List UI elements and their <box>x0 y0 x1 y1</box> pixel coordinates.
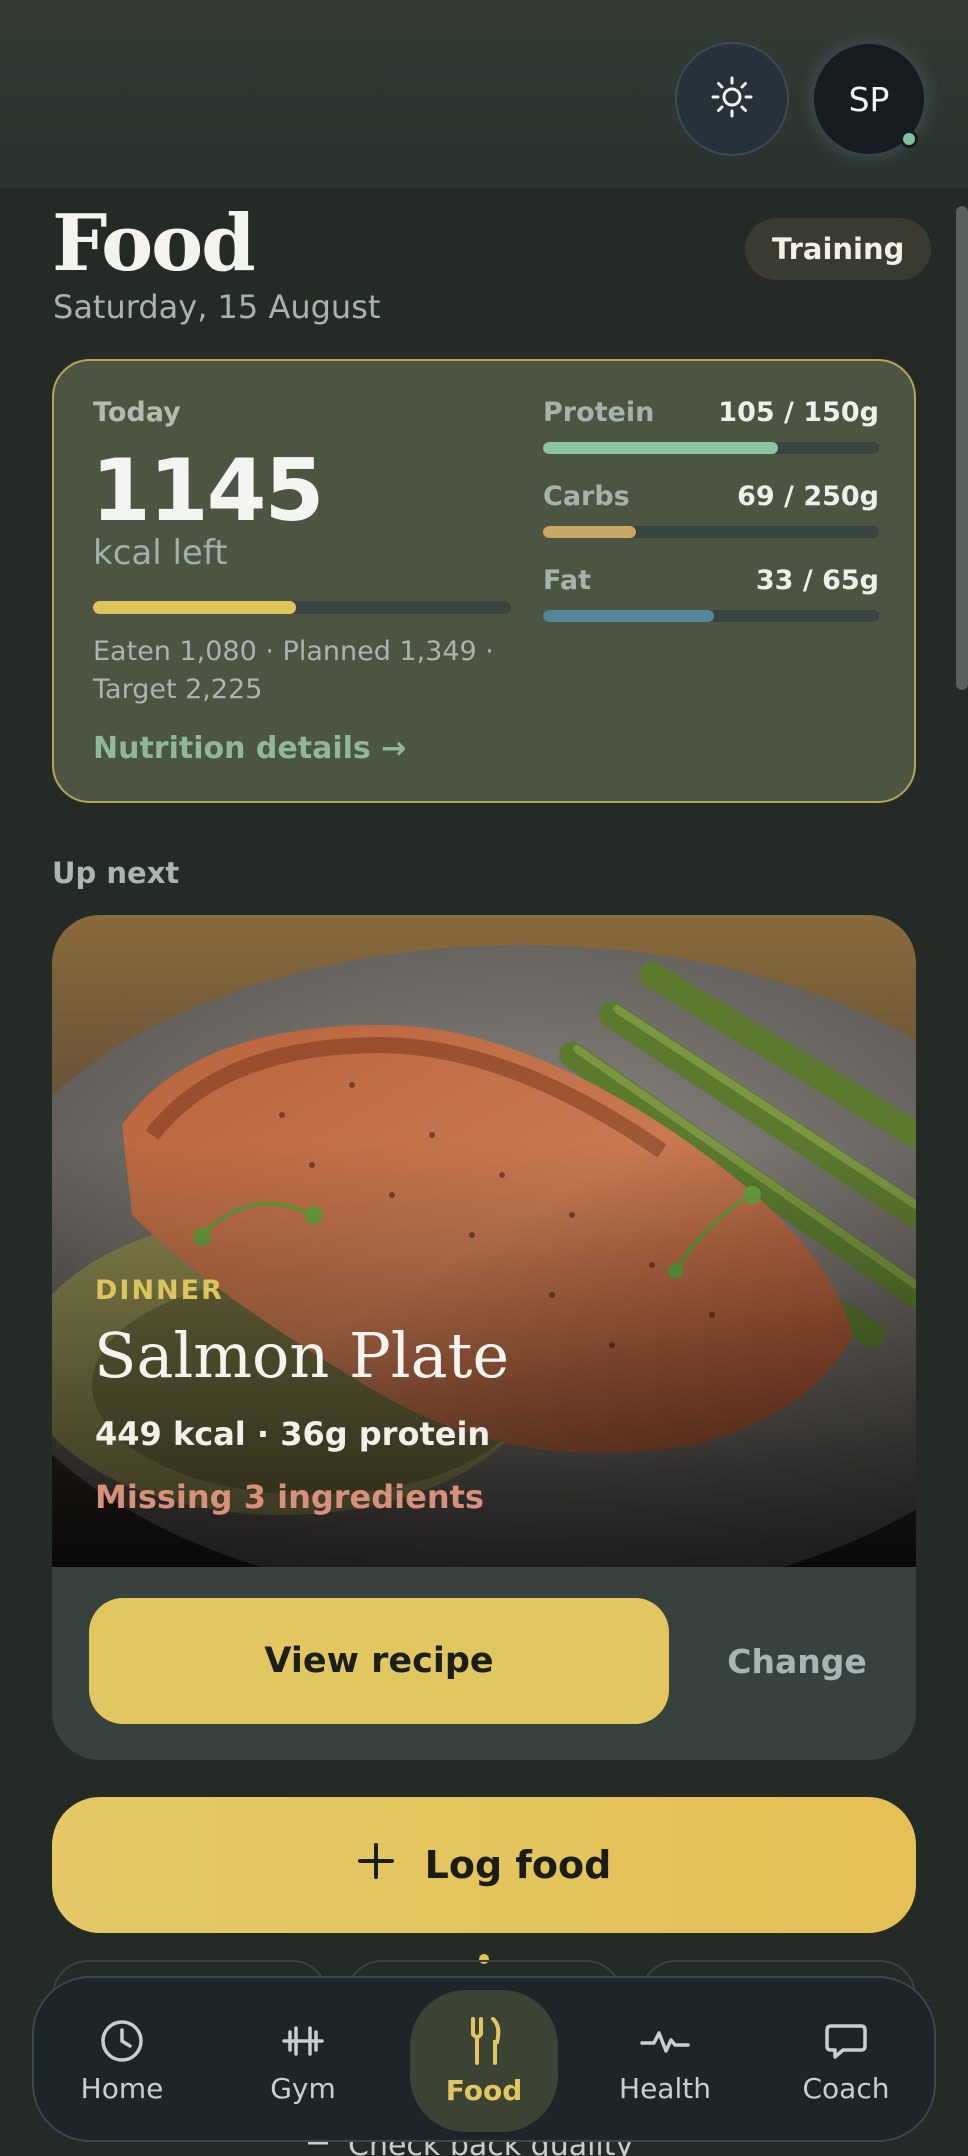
training-mode-chip[interactable]: Training <box>745 218 932 280</box>
bottom-navigation: Home Gym Food Health Coach <box>32 1976 936 2142</box>
calorie-progress-fill <box>93 601 296 614</box>
nav-label: Food <box>445 2073 523 2107</box>
macro-protein: Protein 105 / 150g <box>543 397 879 454</box>
view-recipe-button[interactable]: View recipe <box>89 1598 669 1724</box>
nav-item-coach[interactable]: Coach <box>772 1990 920 2132</box>
macro-progress-bar <box>543 526 879 538</box>
page-date: Saturday, 15 August <box>53 288 381 326</box>
macro-label: Protein <box>543 397 655 428</box>
macro-progress-bar <box>543 610 879 622</box>
meal-type-label: DINNER <box>95 1275 224 1306</box>
macro-carbs: Carbs 69 / 250g <box>543 481 879 538</box>
chat-icon <box>823 2018 869 2064</box>
nav-label: Home <box>80 2071 164 2105</box>
plus-icon <box>357 1842 395 1889</box>
macro-value: 33 / 65g <box>755 565 879 596</box>
macro-progress-fill <box>543 610 714 622</box>
meal-nutrition-info: 449 kcal · 36g protein <box>95 1415 491 1453</box>
macro-fat: Fat 33 / 65g <box>543 565 879 622</box>
macro-progress-bar <box>543 442 879 454</box>
macro-progress-fill <box>543 442 779 454</box>
sun-icon <box>710 75 754 123</box>
pulse-icon <box>640 2018 690 2064</box>
nav-label: Health <box>619 2071 711 2105</box>
macro-progress-fill <box>543 526 636 538</box>
dumbbell-icon <box>280 2018 326 2064</box>
macro-label: Carbs <box>543 481 630 512</box>
nav-label: Gym <box>270 2071 336 2105</box>
online-status-dot <box>900 130 918 148</box>
up-next-label: Up next <box>52 856 180 890</box>
log-food-button[interactable]: Log food <box>52 1797 916 1933</box>
nav-item-health[interactable]: Health <box>591 1990 739 2132</box>
nav-item-home[interactable]: Home <box>48 1990 196 2132</box>
nutrition-details-link[interactable]: Nutrition details → <box>93 731 406 766</box>
clock-icon <box>99 2018 145 2064</box>
avatar-initials: SP <box>848 79 890 119</box>
kcal-left-value: 1145 <box>91 441 324 541</box>
page-title: Food <box>52 198 256 289</box>
missing-ingredients-warning: Missing 3 ingredients <box>95 1478 484 1516</box>
summary-label: Today <box>93 397 181 428</box>
change-meal-button[interactable]: Change <box>712 1598 882 1724</box>
meal-name: Salmon Plate <box>94 1319 510 1392</box>
utensils-icon <box>461 2016 507 2066</box>
nav-item-gym[interactable]: Gym <box>229 1990 377 2132</box>
daily-summary-card: Today 1145 kcal left Eaten 1,080 · Plann… <box>52 359 916 803</box>
calorie-progress-bar <box>93 601 511 614</box>
nav-label: Coach <box>802 2071 890 2105</box>
up-next-meal-card[interactable]: DINNER Salmon Plate 449 kcal · 36g prote… <box>52 915 916 1760</box>
nav-item-food[interactable]: Food <box>410 1990 558 2132</box>
kcal-left-unit: kcal left <box>93 533 228 573</box>
log-food-label: Log food <box>424 1843 612 1887</box>
calorie-breakdown: Eaten 1,080 · Planned 1,349 · Target 2,2… <box>93 636 494 705</box>
profile-avatar-button[interactable]: SP <box>812 42 926 156</box>
scrollbar[interactable] <box>956 206 968 690</box>
macro-value: 69 / 250g <box>737 481 879 512</box>
theme-toggle-button[interactable] <box>675 42 789 156</box>
macro-label: Fat <box>543 565 591 596</box>
macro-value: 105 / 150g <box>718 397 879 428</box>
meal-photo <box>52 915 916 1567</box>
